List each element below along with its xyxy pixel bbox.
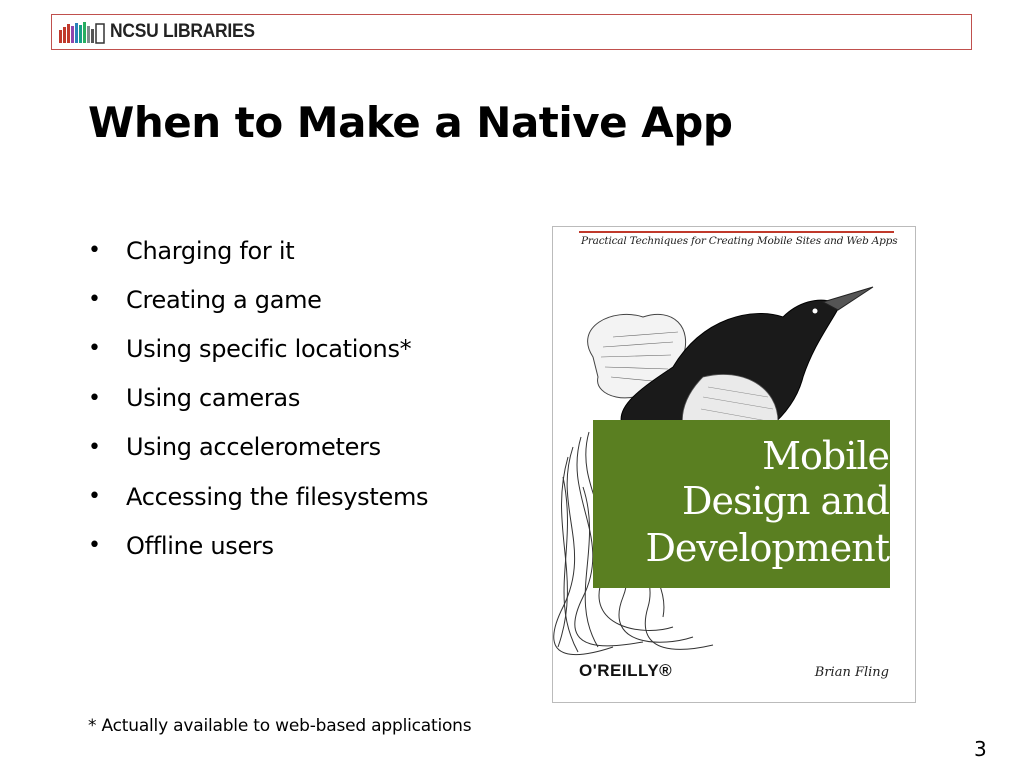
bullet-marker: • xyxy=(88,238,101,264)
list-item: • Using accelerometers xyxy=(88,423,428,472)
list-item: • Accessing the filesystems xyxy=(88,472,429,521)
logo-text: NCSU LIBRARIES xyxy=(110,21,255,42)
book-title-line: Mobile xyxy=(762,434,890,478)
list-item: • Charging for it xyxy=(88,226,428,275)
list-item: • Offline users xyxy=(88,521,428,570)
cover-top-rule xyxy=(579,231,894,233)
bullet-marker: • xyxy=(88,287,101,313)
list-item: • Using cameras xyxy=(88,374,428,423)
bullet-text: Offline users xyxy=(126,531,274,560)
book-cover-image: Practical Techniques for Creating Mobile… xyxy=(552,226,916,703)
bullet-marker: • xyxy=(88,484,101,510)
header-bar: NCSU LIBRARIES xyxy=(51,14,972,50)
book-title-line: Design and xyxy=(682,479,890,523)
bullet-list: • Charging for it • Creating a game • Us… xyxy=(88,226,429,570)
bullet-marker: • xyxy=(88,385,101,411)
ncsu-libraries-logo[interactable]: NCSU LIBRARIES xyxy=(58,19,267,45)
bullet-text: Using accelerometers xyxy=(126,433,381,462)
book-title-line: Development xyxy=(645,526,890,570)
page-number: 3 xyxy=(974,737,987,761)
bullet-marker: • xyxy=(88,434,101,460)
bullet-text: Accessing the filesystems xyxy=(126,482,429,511)
book-tagline: Practical Techniques for Creating Mobile… xyxy=(581,235,898,247)
list-item: • Creating a game xyxy=(88,275,428,324)
bullet-text: Charging for it xyxy=(126,236,295,265)
bullet-text: Using cameras xyxy=(126,384,301,413)
book-author: Brian Fling xyxy=(814,665,889,680)
footnote: * Actually available to web-based applic… xyxy=(88,716,472,736)
slide-title: When to Make a Native App xyxy=(88,98,733,147)
bullet-marker: • xyxy=(88,533,101,559)
bullet-marker: • xyxy=(88,336,101,362)
libraries-books-icon xyxy=(59,22,105,44)
bullet-text: Using specific locations* xyxy=(126,334,412,363)
bullet-text: Creating a game xyxy=(126,285,322,314)
list-item: • Using specific locations* xyxy=(88,324,428,373)
book-publisher: O'REILLY® xyxy=(579,661,673,680)
